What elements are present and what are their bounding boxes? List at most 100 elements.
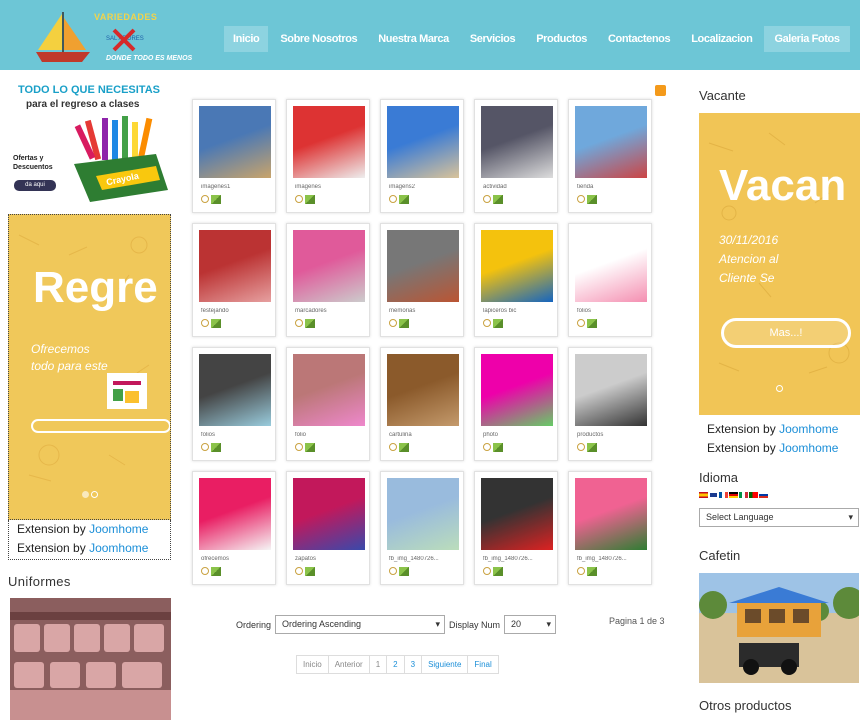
joomhome-link[interactable]: Joomhome xyxy=(779,422,838,436)
zoom-icon[interactable] xyxy=(389,443,397,451)
image-icon[interactable] xyxy=(493,443,503,452)
gallery-photo[interactable] xyxy=(481,354,553,426)
gallery-item[interactable]: imagenes xyxy=(286,99,370,213)
pager-page-1[interactable]: 1 xyxy=(368,655,388,674)
cafetin-image[interactable] xyxy=(699,573,859,683)
zoom-icon[interactable] xyxy=(201,443,209,451)
joomhome-link[interactable]: Joomhome xyxy=(89,541,148,555)
gallery-item[interactable]: folios xyxy=(192,347,276,461)
nav-localizacion[interactable]: Localizacion xyxy=(682,26,761,52)
portuguese-flag-icon[interactable] xyxy=(749,492,758,498)
nav-productos[interactable]: Productos xyxy=(527,26,596,52)
nav-servicios[interactable]: Servicios xyxy=(461,26,524,52)
german-flag-icon[interactable] xyxy=(729,492,738,498)
joomhome-link[interactable]: Joomhome xyxy=(89,522,148,536)
vacante-more-button[interactable]: Mas...! xyxy=(721,318,851,348)
image-icon[interactable] xyxy=(493,319,503,328)
gallery-item[interactable]: festejando xyxy=(192,223,276,337)
gallery-photo[interactable] xyxy=(387,230,459,302)
zoom-icon[interactable] xyxy=(201,319,209,327)
gallery-item[interactable]: memorias xyxy=(380,223,464,337)
image-icon[interactable] xyxy=(493,567,503,576)
uniformes-image[interactable] xyxy=(10,598,171,720)
slider-dot-2[interactable] xyxy=(90,491,98,498)
gallery-photo[interactable] xyxy=(481,106,553,178)
image-icon[interactable] xyxy=(305,567,315,576)
back-to-school-ad[interactable]: TODO LO QUE NECESITAS para el regreso a … xyxy=(8,84,171,206)
zoom-icon[interactable] xyxy=(577,319,585,327)
gallery-item[interactable]: folio xyxy=(286,347,370,461)
image-icon[interactable] xyxy=(305,443,315,452)
image-icon[interactable] xyxy=(211,319,221,328)
rss-icon[interactable] xyxy=(655,85,666,96)
gallery-item[interactable]: cartulina xyxy=(380,347,464,461)
zoom-icon[interactable] xyxy=(389,319,397,327)
gallery-item[interactable]: imagenes1 xyxy=(192,99,276,213)
nav-sobre-nosotros[interactable]: Sobre Nosotros xyxy=(271,26,366,52)
gallery-photo[interactable] xyxy=(293,354,365,426)
nav-contactenos[interactable]: Contactenos xyxy=(599,26,679,52)
zoom-icon[interactable] xyxy=(483,319,491,327)
image-icon[interactable] xyxy=(587,443,597,452)
pager-siguiente[interactable]: Siguiente xyxy=(421,655,469,674)
zoom-icon[interactable] xyxy=(483,567,491,575)
image-icon[interactable] xyxy=(399,567,409,576)
gallery-item[interactable]: photo xyxy=(474,347,558,461)
gallery-photo[interactable] xyxy=(387,478,459,550)
gallery-photo[interactable] xyxy=(575,106,647,178)
zoom-icon[interactable] xyxy=(483,195,491,203)
pager-anterior[interactable]: Anterior xyxy=(327,655,370,674)
gallery-item[interactable]: marcadores xyxy=(286,223,370,337)
zoom-icon[interactable] xyxy=(389,567,397,575)
zoom-icon[interactable] xyxy=(577,567,585,575)
english-flag-icon[interactable] xyxy=(709,492,718,498)
ordering-select[interactable]: Ordering Ascending xyxy=(275,615,446,634)
image-icon[interactable] xyxy=(587,195,597,204)
gallery-item[interactable]: productos xyxy=(568,347,652,461)
zoom-icon[interactable] xyxy=(295,319,303,327)
language-select[interactable]: Select Language xyxy=(699,508,859,527)
ad-click-button[interactable]: da aqui xyxy=(14,180,56,191)
promo-slider-left[interactable]: Regre Ofrecemos todo para este xyxy=(8,214,171,520)
gallery-photo[interactable] xyxy=(199,106,271,178)
site-logo[interactable]: VARIEDADES SAL ADORES DONDE TODO ES MENO… xyxy=(28,8,208,66)
russian-flag-icon[interactable] xyxy=(759,492,768,498)
gallery-item[interactable]: imagens2 xyxy=(380,99,464,213)
image-icon[interactable] xyxy=(587,567,597,576)
nav-galeria-fotos[interactable]: Galeria Fotos xyxy=(764,26,850,52)
image-icon[interactable] xyxy=(305,195,315,204)
nav-inicio[interactable]: Inicio xyxy=(224,26,269,52)
gallery-item[interactable]: ofrecemos xyxy=(192,471,276,585)
zoom-icon[interactable] xyxy=(201,567,209,575)
zoom-icon[interactable] xyxy=(295,195,303,203)
gallery-photo[interactable] xyxy=(575,478,647,550)
image-icon[interactable] xyxy=(211,443,221,452)
image-icon[interactable] xyxy=(493,195,503,204)
slider-dot-1[interactable] xyxy=(81,491,89,498)
gallery-item[interactable]: fb_img_1480726... xyxy=(474,471,558,585)
zoom-icon[interactable] xyxy=(483,443,491,451)
nav-nuestra-marca[interactable]: Nuestra Marca xyxy=(369,26,458,52)
zoom-icon[interactable] xyxy=(201,195,209,203)
zoom-icon[interactable] xyxy=(295,443,303,451)
image-icon[interactable] xyxy=(587,319,597,328)
spanish-flag-icon[interactable] xyxy=(699,492,708,498)
joomhome-link[interactable]: Joomhome xyxy=(779,441,838,455)
gallery-item[interactable]: lapiceros bic xyxy=(474,223,558,337)
pager-page-2[interactable]: 2 xyxy=(386,655,405,674)
pager-page-3[interactable]: 3 xyxy=(403,655,423,674)
image-icon[interactable] xyxy=(211,567,221,576)
zoom-icon[interactable] xyxy=(577,443,585,451)
gallery-photo[interactable] xyxy=(199,230,271,302)
image-icon[interactable] xyxy=(305,319,315,328)
italian-flag-icon[interactable] xyxy=(739,492,748,498)
gallery-photo[interactable] xyxy=(199,354,271,426)
gallery-item[interactable]: actividad xyxy=(474,99,558,213)
image-icon[interactable] xyxy=(211,195,221,204)
gallery-item[interactable]: zapatos xyxy=(286,471,370,585)
gallery-photo[interactable] xyxy=(387,354,459,426)
image-icon[interactable] xyxy=(399,195,409,204)
pager-inicio[interactable]: Inicio xyxy=(296,655,329,674)
image-icon[interactable] xyxy=(399,319,409,328)
image-icon[interactable] xyxy=(399,443,409,452)
